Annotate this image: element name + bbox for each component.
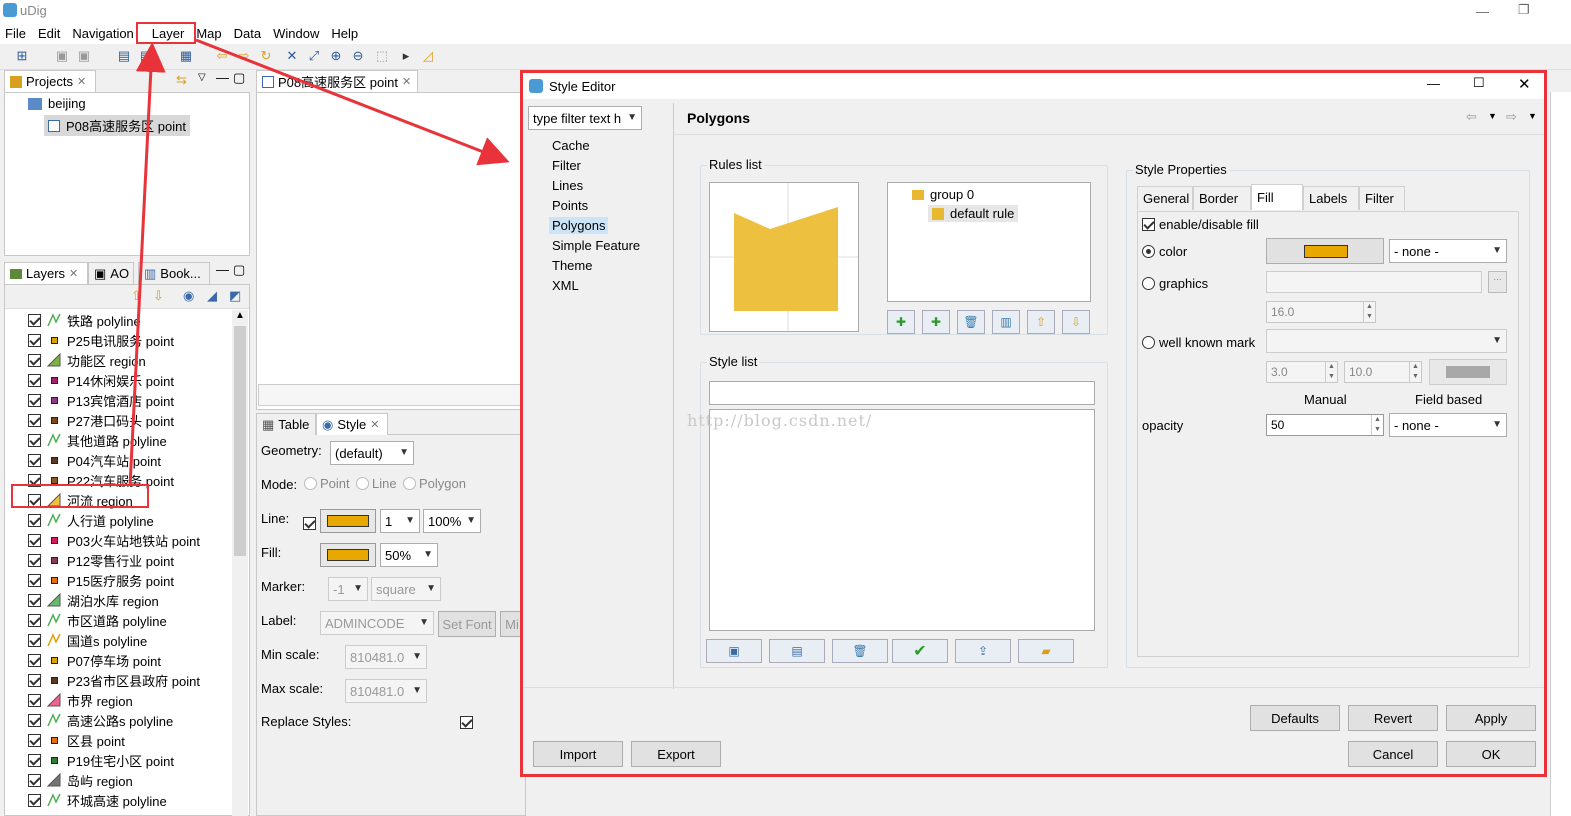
annotation-arrows <box>128 38 510 487</box>
